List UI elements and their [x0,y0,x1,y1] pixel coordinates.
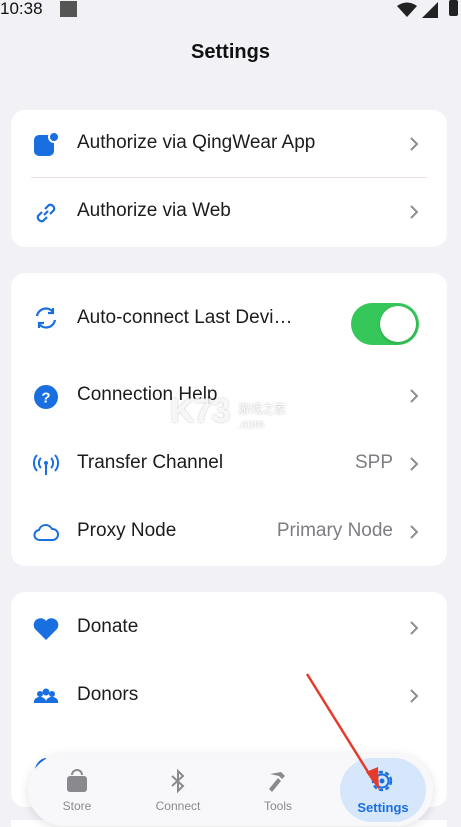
svg-text:?: ? [41,390,50,407]
proxy-node-row[interactable]: Proxy Node Primary Node [11,498,447,566]
tab-store-label: Store [62,799,92,813]
antenna-icon [32,451,60,479]
cloud-icon [32,519,60,547]
proxy-node-value: Primary Node [276,520,393,541]
authorize-web-row[interactable]: Authorize via Web [11,178,447,246]
tab-store[interactable]: Store [33,754,121,826]
tab-connect[interactable]: Connect [134,754,222,826]
bluetooth-icon [163,766,193,796]
auto-connect-label: Auto-connect Last Devi… [77,307,293,328]
transfer-channel-row[interactable]: Transfer Channel SPP [11,430,447,498]
transfer-channel-value: SPP [354,452,393,473]
authorize-qingwear-label: Authorize via QingWear App [77,132,316,153]
gear-icon [367,766,397,796]
qingwear-app-icon [32,131,60,159]
proxy-node-label: Proxy Node [77,520,177,541]
donors-row[interactable]: Donors [11,662,447,730]
tab-bar: Store Connect Tools Settings [28,754,433,826]
transfer-channel-label: Transfer Channel [77,452,224,473]
authorize-web-label: Authorize via Web [77,200,231,221]
notification-icon [60,1,77,17]
tab-settings[interactable]: Settings [340,758,426,822]
bag-icon [62,766,92,796]
chevron-right-icon [410,621,419,635]
watermark-logo: K73 [170,392,230,430]
tab-tools-label: Tools [263,799,292,813]
tab-tools[interactable]: Tools [234,754,322,826]
link-icon [32,199,60,227]
chevron-right-icon [410,137,419,151]
watermark-text: 游戏之家 .com [238,400,286,431]
donate-label: Donate [77,616,139,637]
chevron-right-icon [410,689,419,703]
authorization-card: Authorize via QingWear App Authorize via… [11,110,447,247]
chevron-right-icon [410,205,419,219]
donate-row[interactable]: Donate [11,594,447,662]
hammer-icon [263,766,293,796]
sync-icon [32,304,60,332]
wifi-icon [397,2,417,17]
page-title: Settings [191,41,270,63]
people-icon [32,683,60,711]
watermark-domain: .com [238,417,265,431]
chevron-right-icon [410,389,419,403]
watermark-sub: 游戏之家 [238,402,287,416]
tab-connect-label: Connect [155,799,201,813]
auto-connect-toggle[interactable] [351,303,419,345]
status-bar: 10:38 [0,0,461,22]
donors-label: Donors [77,684,139,705]
tab-settings-label: Settings [357,800,409,815]
toggle-knob [380,306,416,342]
chevron-right-icon [410,525,419,539]
heart-icon [32,615,60,643]
chevron-right-icon [410,457,419,471]
help-icon: ? [32,383,60,411]
signal-icon [422,2,438,18]
status-time: 10:38 [0,0,43,18]
battery-icon [449,0,458,16]
authorize-qingwear-row[interactable]: Authorize via QingWear App [11,110,447,178]
auto-connect-row: Auto-connect Last Devi… [11,283,447,355]
